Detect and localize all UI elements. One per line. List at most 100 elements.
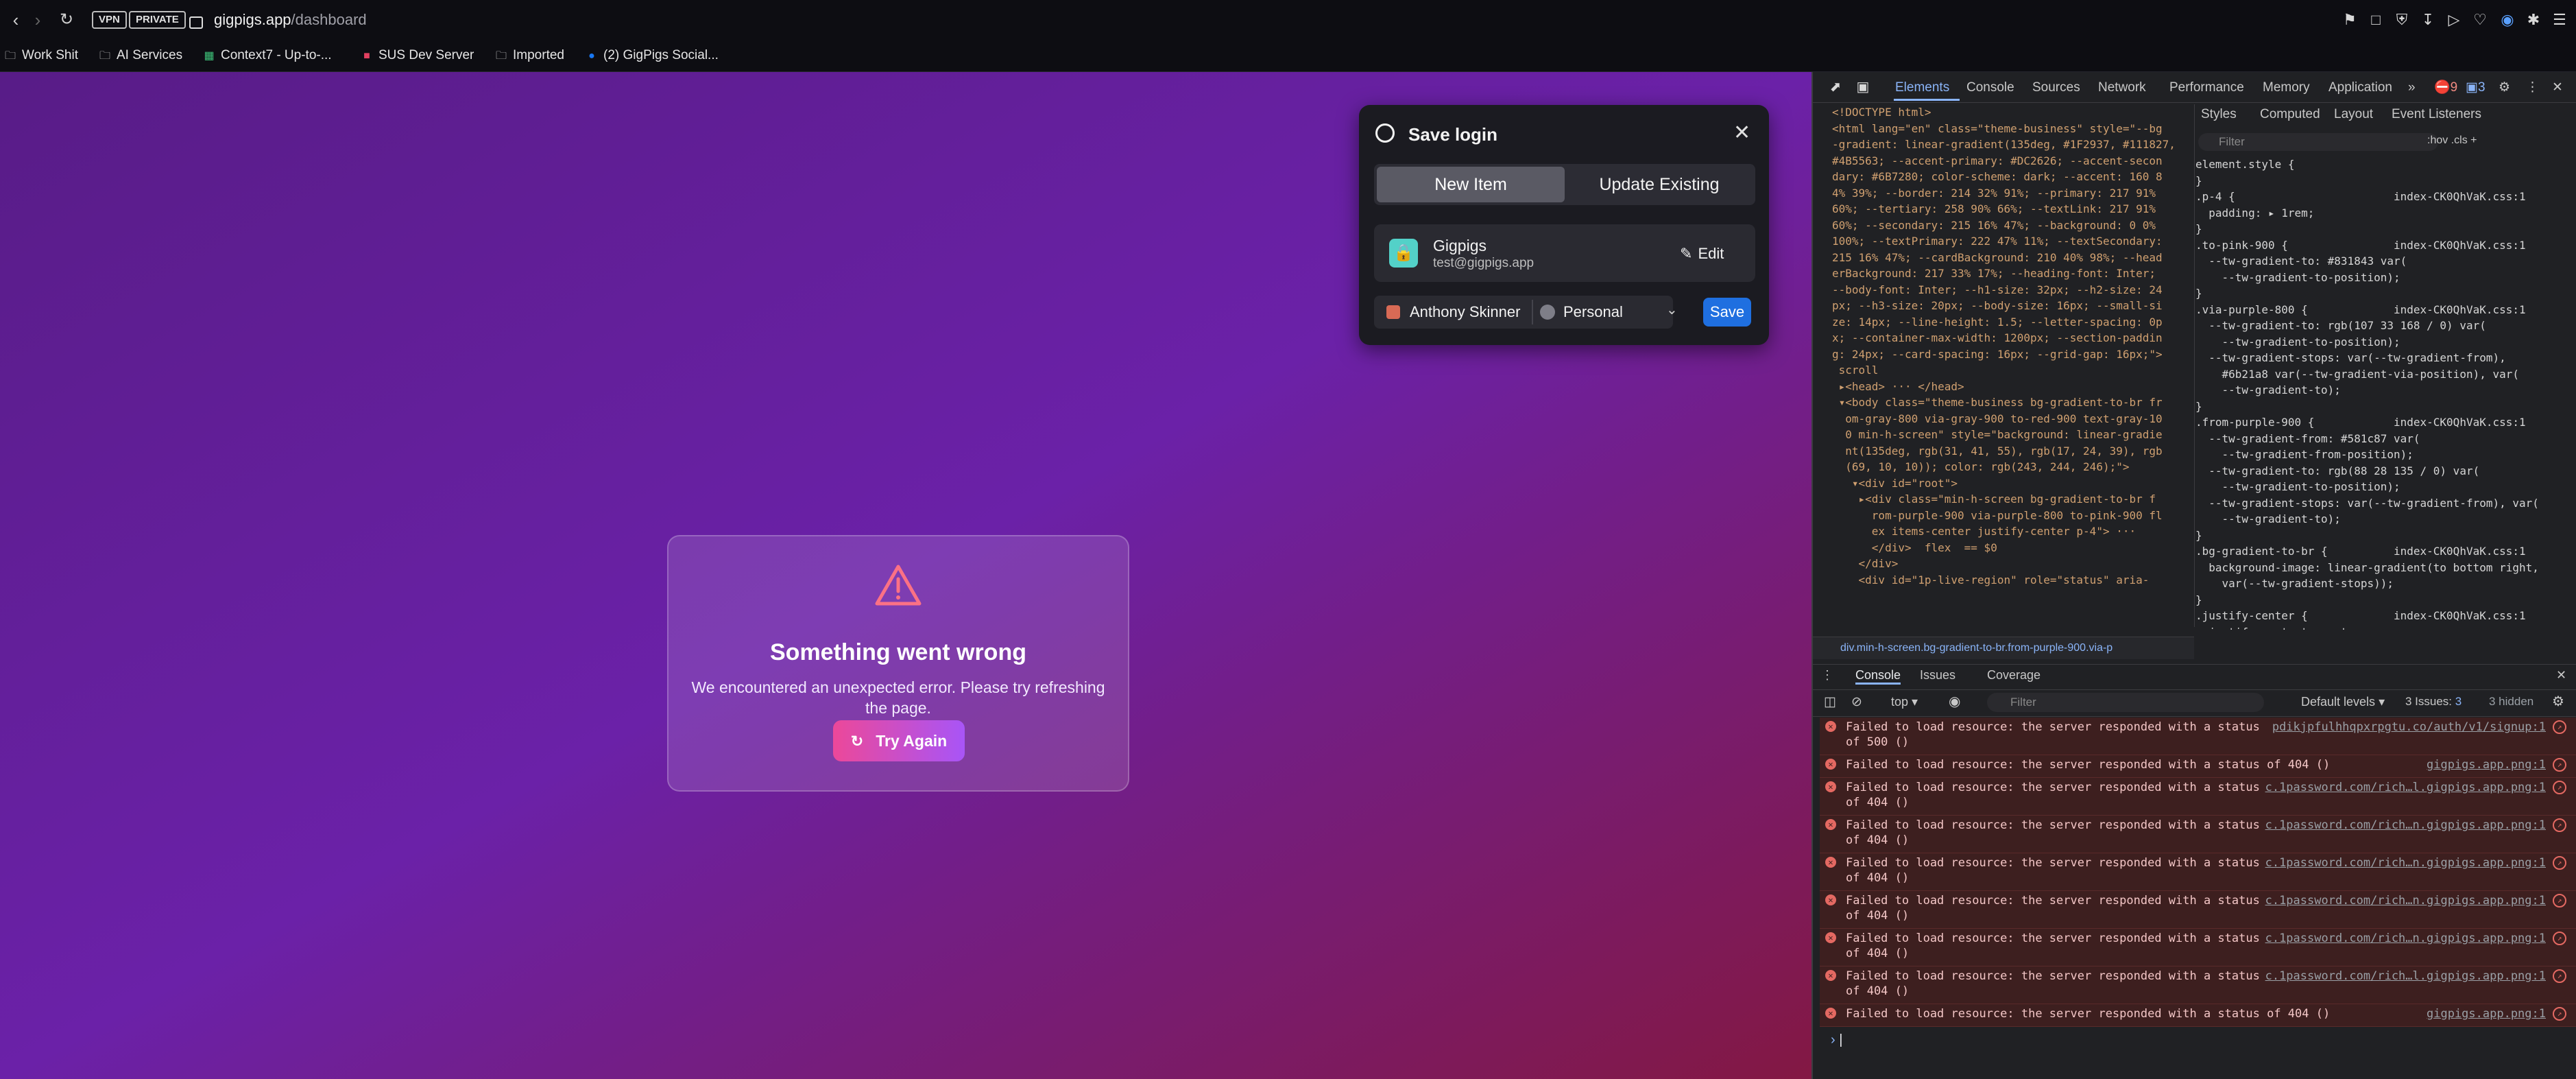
console-source-link[interactable]: gigpigs.app.png:1 <box>2427 1006 2546 1021</box>
downloads-icon[interactable]: ↧ <box>2416 8 2440 32</box>
drawer-menu-icon[interactable]: ⋮ <box>1821 668 1833 683</box>
play-icon[interactable]: ▷ <box>2442 8 2466 32</box>
console-source-link[interactable]: c.1password.com/rich…l.gigpigs.app.png:1 <box>2265 780 2546 795</box>
console-error-row[interactable]: ✕ Failed to load resource: the server res… <box>1820 1004 2576 1027</box>
tab-computed[interactable]: Computed <box>2260 107 2320 122</box>
tab-memory[interactable]: Memory <box>2263 78 2310 97</box>
console-source-link[interactable]: c.1password.com/rich…n.gigpigs.app.png:1 <box>2265 818 2546 833</box>
tab-event-listeners[interactable]: Event Listeners <box>2392 107 2481 122</box>
issues-summary[interactable]: 3 Issues: 3 <box>2405 695 2461 709</box>
open-link-icon[interactable]: ↗ <box>2553 894 2566 908</box>
message-icon: ▣ <box>2466 80 2478 95</box>
shield-icon[interactable]: ⛨ <box>2390 8 2414 32</box>
menu-icon[interactable]: ☰ <box>2548 8 2571 32</box>
console-prompt[interactable]: › | <box>1831 1032 1842 1048</box>
address-bar[interactable]: gigpigs.app/dashboard <box>214 10 367 30</box>
chevron-down-icon[interactable]: ⌄ <box>1666 301 1678 318</box>
back-icon[interactable]: ‹ <box>4 8 27 32</box>
console-error-row[interactable]: ✕ Failed to load resource: the server res… <box>1820 929 2576 967</box>
bookmark-imported[interactable]: 🗀 Imported <box>494 47 564 64</box>
styles-filter-input[interactable]: Filter <box>2198 133 2438 151</box>
console-error-message: Failed to load resource: the server resp… <box>1846 856 2260 885</box>
open-link-icon[interactable]: ↗ <box>2553 932 2566 945</box>
console-error-row[interactable]: ✕ Failed to load resource: the server res… <box>1820 755 2576 778</box>
inspect-icon[interactable]: ⬈ <box>1824 75 1847 99</box>
vpn-badge[interactable]: VPN <box>92 11 127 29</box>
tab-update-existing[interactable]: Update Existing <box>1566 167 1753 202</box>
console-source-link[interactable]: c.1password.com/rich…n.gigpigs.app.png:1 <box>2265 893 2546 908</box>
console-error-row[interactable]: ✕ Failed to load resource: the server res… <box>1820 891 2576 929</box>
tab-console[interactable]: Console <box>1966 78 2014 97</box>
extensions-icon[interactable]: ✱ <box>2522 8 2545 32</box>
tab-layout[interactable]: Layout <box>2334 107 2373 122</box>
folder-icon: 🗀 <box>4 50 16 62</box>
error-icon: ⛔ <box>2434 80 2451 95</box>
console-error-row[interactable]: ✕ Failed to load resource: the server res… <box>1820 967 2576 1004</box>
console-error-row[interactable]: ✕ Failed to load resource: the server res… <box>1820 718 2576 755</box>
bookmark-label: Context7 - Up-to-... <box>221 48 332 62</box>
device-toolbar-icon[interactable]: ▣ <box>1851 75 1875 99</box>
console-source-link[interactable]: c.1password.com/rich…l.gigpigs.app.png:1 <box>2265 969 2546 984</box>
styles-rules[interactable]: element.style { } .p-4 { index-CK0QhVaK.… <box>2195 156 2576 630</box>
tab-sources[interactable]: Sources <box>2032 78 2080 97</box>
open-link-icon[interactable]: ↗ <box>2553 1007 2566 1021</box>
console-error-row[interactable]: ✕ Failed to load resource: the server res… <box>1820 816 2576 853</box>
lock-icon[interactable] <box>189 16 203 29</box>
breadcrumb[interactable]: div.min-h-screen.bg-gradient-to-br.from-… <box>1813 637 2194 659</box>
open-link-icon[interactable]: ↗ <box>2553 856 2566 870</box>
console-source-link[interactable]: pdikjpfulhhqpxrpgtu.co/auth/v1/signup:1 <box>2272 720 2546 735</box>
open-link-icon[interactable]: ↗ <box>2553 720 2566 734</box>
console-filter-input[interactable]: Filter <box>1987 693 2264 712</box>
console-source-link[interactable]: gigpigs.app.png:1 <box>2427 757 2546 772</box>
eye-icon[interactable]: ◉ <box>1949 693 1960 710</box>
open-link-icon[interactable]: ↗ <box>2553 758 2566 772</box>
close-icon[interactable]: ✕ <box>1733 121 1750 145</box>
drawer-tab-issues[interactable]: Issues <box>1920 668 1955 683</box>
url-path: /dashboard <box>291 11 367 28</box>
console-error-message: Failed to load resource: the server resp… <box>1846 781 2260 809</box>
tab-elements[interactable]: Elements <box>1895 78 1949 97</box>
sidebar-toggle-icon[interactable]: ◫ <box>1824 694 1836 710</box>
bookmark-icon[interactable]: ⚑ <box>2338 8 2361 32</box>
save-button[interactable]: Save <box>1703 298 1751 327</box>
console-error-row[interactable]: ✕ Failed to load resource: the server res… <box>1820 853 2576 891</box>
edit-button[interactable]: ✎ Edit <box>1680 245 1724 263</box>
levels-select[interactable]: Default levels ▾ <box>2301 695 2385 709</box>
more-options-icon[interactable]: ⋮ <box>2526 78 2539 97</box>
context-select[interactable]: top ▾ <box>1891 695 1918 709</box>
console-source-link[interactable]: c.1password.com/rich…n.gigpigs.app.png:1 <box>2265 855 2546 870</box>
settings-gear-icon[interactable]: ⚙ <box>2499 78 2510 97</box>
close-drawer-icon[interactable]: ✕ <box>2556 668 2566 683</box>
screenshot-icon[interactable]: □ <box>2364 8 2387 32</box>
open-link-icon[interactable]: ↗ <box>2553 818 2566 832</box>
forward-icon[interactable]: › <box>26 8 49 32</box>
try-again-button[interactable]: ↻ Try Again <box>833 720 965 761</box>
hov-toggle[interactable]: :hov .cls + <box>2427 134 2477 147</box>
close-devtools-icon[interactable]: ✕ <box>2552 78 2563 97</box>
tab-styles[interactable]: Styles <box>2201 107 2237 122</box>
tab-performance[interactable]: Performance <box>2169 78 2244 97</box>
more-tabs-icon[interactable]: » <box>2408 78 2416 97</box>
issue-counter[interactable]: ▣3 <box>2466 78 2485 97</box>
elements-tree[interactable]: <!DOCTYPE html> <html lang="en" class="t… <box>1832 104 2175 627</box>
drawer-tab-console[interactable]: Console <box>1855 668 1901 685</box>
tab-application[interactable]: Application <box>2328 78 2392 97</box>
bookmark-context7[interactable]: ▦ Context7 - Up-to-... <box>202 47 332 64</box>
drawer-tab-coverage[interactable]: Coverage <box>1987 668 2041 683</box>
tab-network[interactable]: Network <box>2098 78 2146 97</box>
console-error-row[interactable]: ✕ Failed to load resource: the server res… <box>1820 778 2576 816</box>
bookmark-ai-services[interactable]: 🗀 AI Services <box>97 47 182 64</box>
open-link-icon[interactable]: ↗ <box>2553 969 2566 983</box>
bookmark-work[interactable]: 🗀 Work Shit <box>3 47 78 64</box>
clear-console-icon[interactable]: ⊘ <box>1851 694 1862 710</box>
reload-icon[interactable]: ↻ <box>55 8 78 32</box>
heart-icon[interactable]: ♡ <box>2468 8 2492 32</box>
error-counter[interactable]: ⛔9 <box>2434 78 2457 97</box>
console-source-link[interactable]: c.1password.com/rich…n.gigpigs.app.png:1 <box>2265 931 2546 946</box>
bookmark-sus-dev[interactable]: ■ SUS Dev Server <box>359 47 474 64</box>
open-link-icon[interactable]: ↗ <box>2553 781 2566 794</box>
console-settings-icon[interactable]: ⚙ <box>2552 693 2564 710</box>
bookmark-gigpigs-social[interactable]: ● (2) GigPigs Social... <box>584 47 719 64</box>
tab-new-item[interactable]: New Item <box>1377 167 1565 202</box>
password-manager-icon[interactable]: ◉ <box>2496 8 2519 32</box>
